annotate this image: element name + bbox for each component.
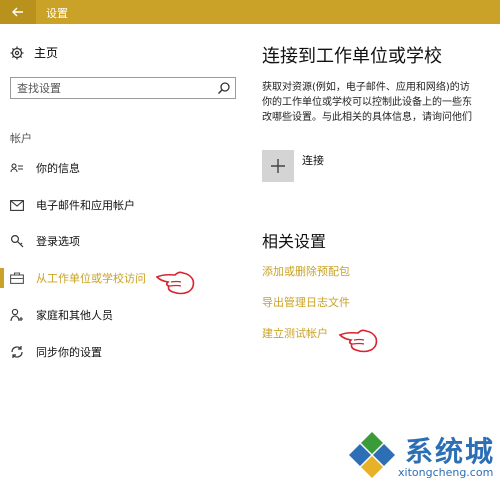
sidebar-item-label: 家庭和其他人员 xyxy=(36,309,113,322)
contact-card-icon xyxy=(10,161,24,175)
link-export-logs[interactable]: 导出管理日志文件 xyxy=(262,294,350,310)
sync-icon xyxy=(10,345,24,359)
plus-icon xyxy=(271,159,285,173)
watermark-text: 系统城 xyxy=(405,435,496,468)
description-line: 获取对资源(例如，电子邮件、应用和网络)的访 xyxy=(262,82,470,93)
sidebar-item-sync[interactable]: 同步你的设置 xyxy=(10,342,102,362)
home-nav-item[interactable]: 主页 xyxy=(10,44,58,61)
sidebar-item-sign-in-options[interactable]: 登录选项 xyxy=(10,231,80,251)
active-indicator xyxy=(0,268,4,288)
accounts-section-label: 帐户 xyxy=(10,132,32,145)
home-label: 主页 xyxy=(34,46,59,60)
search-icon[interactable] xyxy=(217,81,231,95)
sidebar-item-label: 你的信息 xyxy=(36,162,80,175)
related-settings-title: 相关设置 xyxy=(262,232,327,251)
page-description: 获取对资源(例如，电子邮件、应用和网络)的访 你的工作单位或学校可以控制此设备上… xyxy=(262,80,500,125)
gear-icon xyxy=(10,46,24,59)
connect-button[interactable] xyxy=(262,150,294,182)
sidebar-item-label: 同步你的设置 xyxy=(36,346,102,359)
pointing-hand-icon xyxy=(338,329,378,353)
watermark-url: xitongcheng.com xyxy=(398,466,494,479)
person-add-icon xyxy=(10,308,24,322)
key-icon xyxy=(10,234,24,248)
briefcase-icon xyxy=(10,271,24,285)
sidebar-item-label: 电子邮件和应用帐户 xyxy=(36,199,135,212)
sidebar-item-family[interactable]: 家庭和其他人员 xyxy=(10,305,113,325)
mail-icon xyxy=(10,198,24,212)
sidebar-item-label: 从工作单位或学校访问 xyxy=(36,272,146,285)
link-test-account[interactable]: 建立测试帐户 xyxy=(262,325,328,341)
title-bar: 设置 xyxy=(0,0,500,24)
description-line: 改哪些设置。与此相关的具体信息，请询问他们 xyxy=(262,112,472,123)
search-input[interactable] xyxy=(11,78,213,98)
pointing-hand-icon xyxy=(155,271,195,295)
sidebar-item-work-school[interactable]: 从工作单位或学校访问 xyxy=(10,268,146,288)
page-title: 连接到工作单位或学校 xyxy=(262,46,442,67)
search-box[interactable] xyxy=(10,77,236,99)
sidebar-item-your-info[interactable]: 你的信息 xyxy=(10,158,80,178)
connect-label[interactable]: 连接 xyxy=(302,152,324,168)
link-add-remove-provisioning[interactable]: 添加或删除预配包 xyxy=(262,263,350,279)
window-title: 设置 xyxy=(46,7,68,20)
sidebar-item-label: 登录选项 xyxy=(36,235,80,248)
back-arrow-icon xyxy=(12,7,23,17)
sidebar-item-email-accounts[interactable]: 电子邮件和应用帐户 xyxy=(10,195,135,215)
back-button[interactable] xyxy=(0,0,36,24)
description-line: 你的工作单位或学校可以控制此设备上的一些东 xyxy=(262,97,472,108)
watermark-logo-icon xyxy=(349,432,395,478)
